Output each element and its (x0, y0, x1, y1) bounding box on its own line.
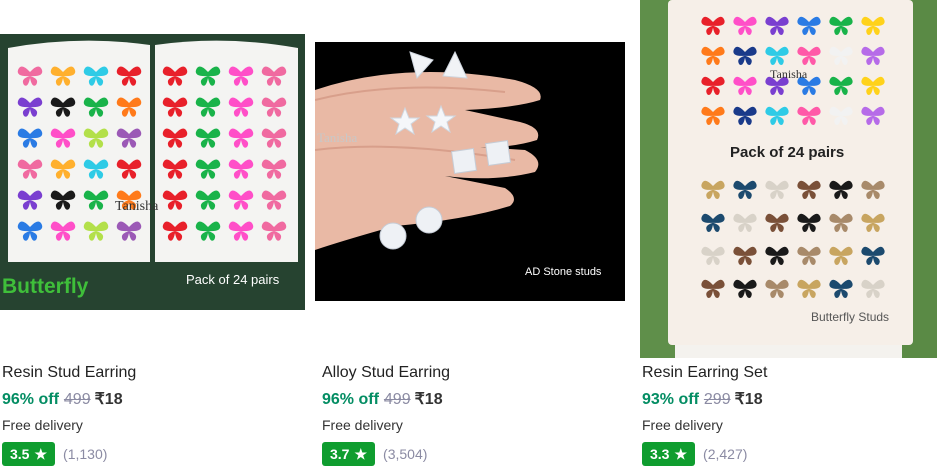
image-watermark: Tanisha (317, 130, 357, 145)
original-price: 299 (703, 391, 731, 408)
rating-row: 3.3 ★ (2,427) (642, 442, 747, 466)
rating-badge: 3.5 ★ (2, 442, 56, 466)
rating-badge: 3.7 ★ (322, 442, 376, 466)
rating-row: 3.7 ★ (3,504) (322, 442, 427, 466)
star-icon: ★ (354, 445, 368, 462)
star-icon: ★ (674, 445, 688, 462)
delivery-text: Free delivery (2, 417, 83, 433)
rating-value: 3.7 (330, 446, 350, 462)
rating-count: (2,427) (703, 446, 748, 462)
rating-value: 3.3 (650, 446, 670, 462)
product-card[interactable]: Butterfly Pack of 24 pairs Tanisha Resin… (0, 0, 305, 467)
rating-value: 3.5 (10, 446, 30, 462)
rating-row: 3.5 ★ (1,130) (2, 442, 107, 466)
image-watermark: Tanisha (115, 199, 159, 214)
product-title[interactable]: Resin Stud Earring (2, 364, 136, 382)
discount-label: 93% off (642, 391, 699, 408)
product-image[interactable]: Tanisha AD Stone studs (315, 0, 625, 358)
rating-badge: 3.3 ★ (642, 442, 696, 466)
original-price: 499 (383, 391, 411, 408)
price-row: 93% off 299 ₹18 (642, 389, 763, 409)
price-row: 96% off 499 ₹18 (322, 389, 443, 409)
product-card[interactable]: Tanisha AD Stone studs Alloy Stud Earrin… (315, 0, 625, 467)
product-image[interactable]: Butterfly Pack of 24 pairs Tanisha (0, 0, 305, 358)
final-price: ₹18 (734, 391, 763, 408)
original-price: 499 (63, 391, 91, 408)
delivery-text: Free delivery (642, 417, 723, 433)
rating-count: (3,504) (383, 446, 428, 462)
image-caption-main: Butterfly (2, 275, 89, 298)
price-row: 96% off 499 ₹18 (2, 389, 123, 409)
discount-label: 96% off (2, 391, 59, 408)
image-watermark: Tanisha (770, 67, 808, 81)
product-title[interactable]: Resin Earring Set (642, 364, 767, 382)
image-caption-bottom: Butterfly Studs (811, 310, 889, 324)
product-title[interactable]: Alloy Stud Earring (322, 364, 450, 382)
final-price: ₹18 (414, 391, 443, 408)
final-price: ₹18 (94, 391, 123, 408)
image-caption-main: AD Stone studs (525, 266, 602, 278)
image-caption-pack: Pack of 24 pairs (186, 272, 280, 287)
discount-label: 96% off (322, 391, 379, 408)
product-card[interactable]: Pack of 24 pairs Butterfly Studs Tanisha… (640, 0, 937, 467)
delivery-text: Free delivery (322, 417, 403, 433)
product-image[interactable]: Pack of 24 pairs Butterfly Studs Tanisha (640, 0, 937, 358)
star-icon: ★ (34, 445, 48, 462)
rating-count: (1,130) (63, 446, 108, 462)
image-caption-main: Pack of 24 pairs (730, 144, 844, 161)
